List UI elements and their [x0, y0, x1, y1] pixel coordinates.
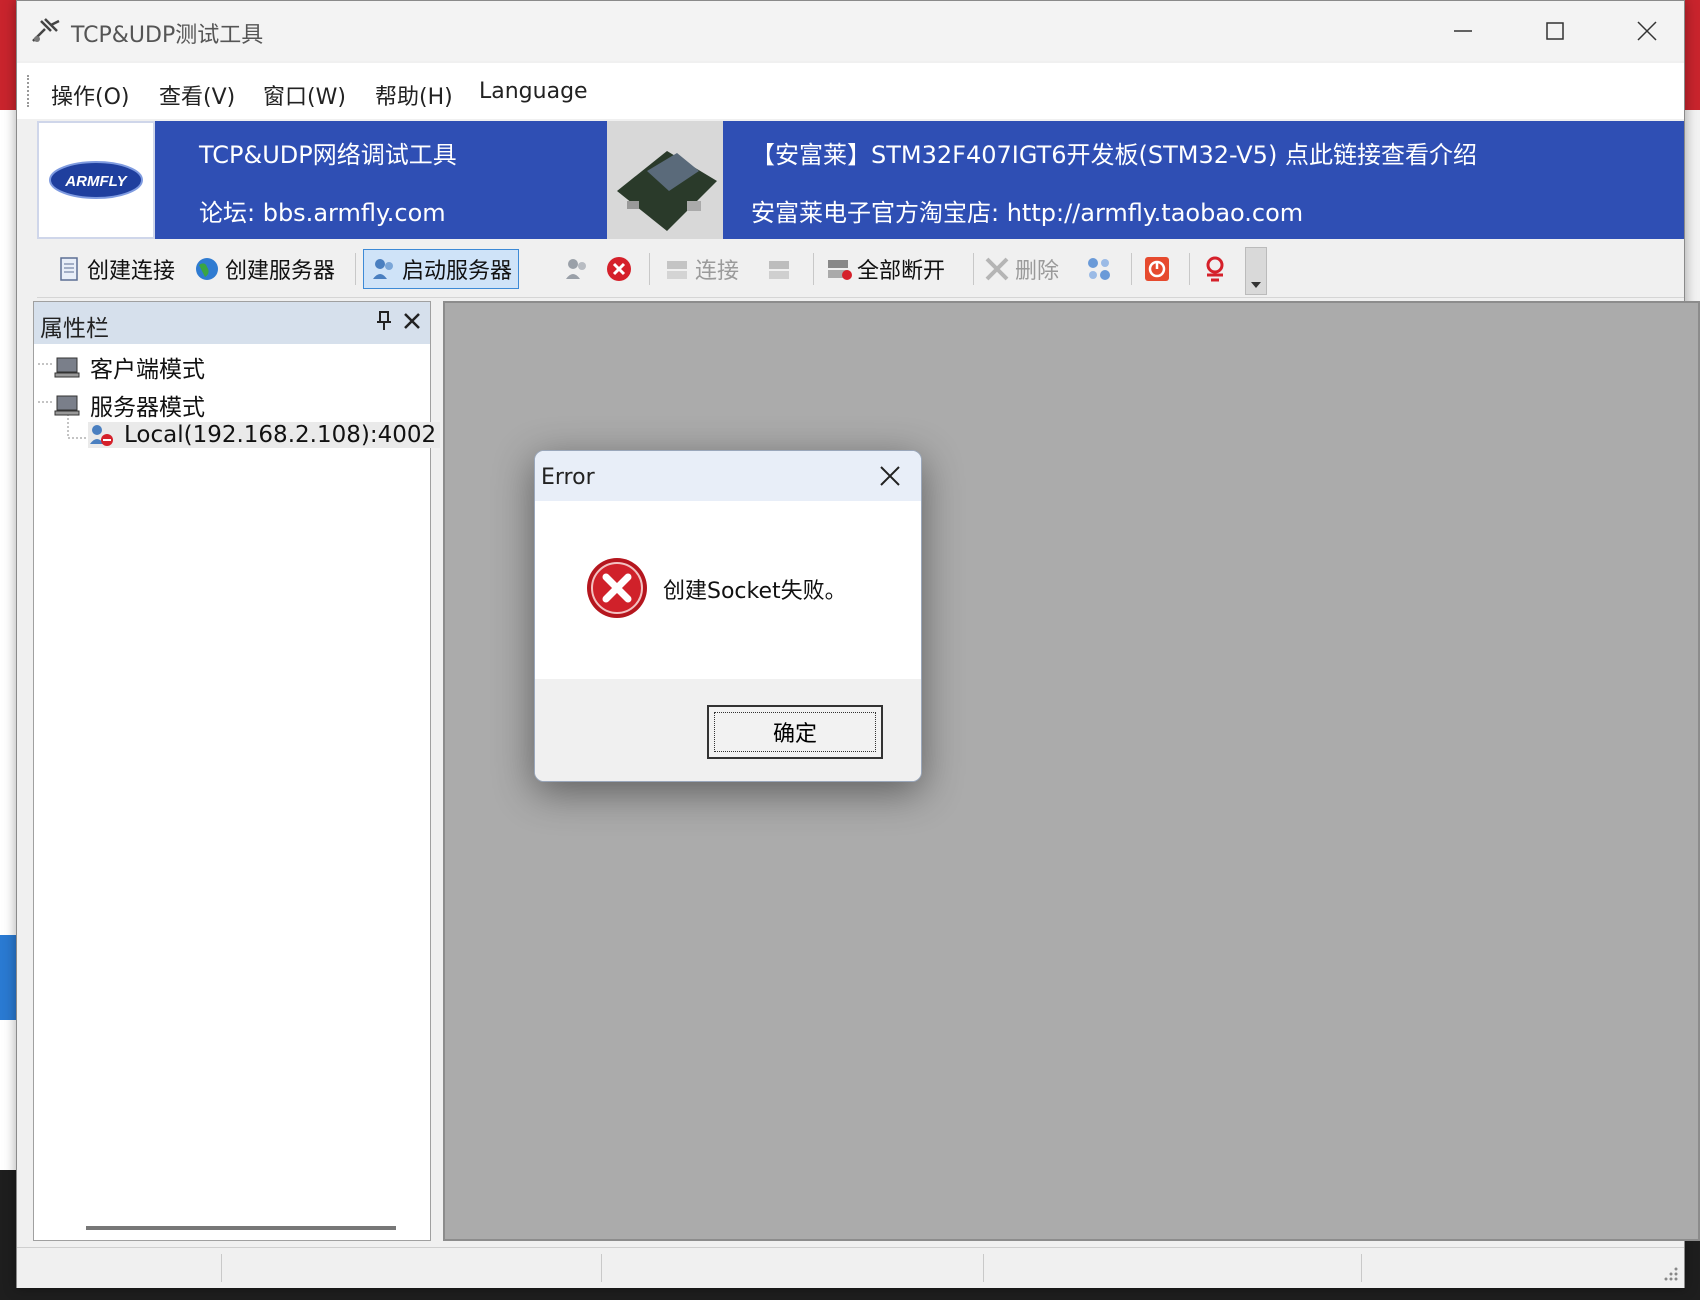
create-connection-button[interactable]: 创建连接: [55, 249, 175, 289]
connect-button[interactable]: 连接: [663, 249, 739, 289]
banner-promo-link[interactable]: 【安富莱】STM32F407IGT6开发板(STM32-V5) 点此链接查看介绍: [751, 135, 1477, 170]
disconnect-all-button[interactable]: 全部断开: [825, 249, 945, 289]
disconnect-all-icon: [828, 260, 852, 280]
status-separator: [983, 1254, 984, 1282]
network-icon: [1088, 258, 1110, 280]
toolbar-separator: [1131, 253, 1132, 285]
connect-label: 连接: [695, 259, 740, 284]
panel-header: 属性栏: [34, 302, 430, 344]
armfly-logo-icon: ARMFLY: [49, 161, 143, 199]
menu-grip: [27, 75, 32, 107]
property-panel: 属性栏 客户端模式 服务器模式 Local(192.168.2.108):400…: [33, 301, 441, 1241]
computer-icon: [54, 357, 80, 378]
globe-icon: [196, 258, 218, 280]
minimize-button[interactable]: [1417, 1, 1509, 61]
dialog-title: Error: [541, 465, 595, 490]
users-button[interactable]: [563, 249, 595, 289]
panel-title: 属性栏: [40, 316, 109, 342]
ok-button[interactable]: 确定: [707, 705, 883, 759]
maximize-icon: [1546, 22, 1564, 40]
dev-board-image[interactable]: [607, 121, 723, 239]
status-separator: [1361, 1254, 1362, 1282]
toolbar-separator: [649, 253, 650, 285]
ad-banner: ARMFLY TCP&UDP网络调试工具 论坛: bbs.armfly.com …: [37, 121, 1684, 239]
dialog-body: 创建Socket失败。: [535, 501, 921, 679]
network-button[interactable]: [1085, 249, 1117, 289]
close-icon: [1637, 21, 1657, 41]
toolbar-separator: [973, 253, 974, 285]
tree-item-label: 客户端模式: [90, 357, 205, 383]
armfly-logo[interactable]: ARMFLY: [37, 121, 155, 239]
banner-shop-link[interactable]: 安富莱电子官方淘宝店: http://armfly.taobao.com: [751, 193, 1303, 228]
banner-forum-link[interactable]: 论坛: bbs.armfly.com: [199, 193, 446, 228]
power-icon: [1145, 257, 1169, 281]
app-icon: [32, 18, 60, 42]
menu-window[interactable]: 窗口(W): [255, 75, 354, 115]
menu-language[interactable]: Language: [471, 75, 596, 108]
status-separator: [601, 1254, 602, 1282]
dialog-message: 创建Socket失败。: [663, 579, 847, 604]
menu-help[interactable]: 帮助(H): [367, 75, 461, 115]
pin-icon[interactable]: [376, 310, 392, 338]
users-icon: [566, 259, 586, 279]
minimize-icon: [1454, 30, 1472, 32]
dialog-footer: 确定: [535, 679, 921, 781]
tree-item-label: Local(192.168.2.108):4002: [124, 422, 437, 448]
disconnect-all-label: 全部断开: [857, 259, 946, 284]
delete-label: 删除: [1015, 259, 1060, 284]
stop-icon: [607, 257, 631, 281]
exit-icon: [1206, 256, 1224, 282]
close-window-button[interactable]: [1601, 1, 1693, 61]
logo-text: ARMFLY: [64, 173, 128, 190]
create-server-button[interactable]: 创建服务器: [193, 249, 335, 289]
panel-scrollbar[interactable]: [86, 1226, 396, 1230]
status-bar: [17, 1247, 1684, 1288]
delete-icon: [985, 257, 1009, 281]
disconnect-icon: [769, 261, 789, 279]
menu-operation[interactable]: 操作(O): [43, 75, 137, 115]
toolbar-separator: [355, 253, 356, 285]
error-dialog: Error 创建Socket失败。 确定: [534, 450, 922, 782]
start-server-button[interactable]: 启动服务器: [363, 249, 520, 289]
error-icon: [587, 558, 647, 618]
disconnect-button[interactable]: [765, 249, 797, 289]
toolbar-overflow-button[interactable]: [1245, 247, 1267, 295]
banner-app-name: TCP&UDP网络调试工具: [199, 141, 457, 169]
delete-button[interactable]: 删除: [983, 249, 1059, 289]
tree-item-local-server[interactable]: Local(192.168.2.108):4002: [88, 422, 441, 448]
start-server-label: 启动服务器: [402, 259, 513, 284]
power-button[interactable]: [1143, 249, 1175, 289]
title-bar: TCP&UDP测试工具: [17, 1, 1684, 61]
menu-bar: 操作(O) 查看(V) 窗口(W) 帮助(H) Language: [17, 63, 1684, 119]
create-server-label: 创建服务器: [225, 259, 336, 284]
toolbar-separator: [813, 253, 814, 285]
tree-item-client-mode[interactable]: 客户端模式: [54, 350, 205, 384]
chevron-down-icon: [1251, 282, 1261, 288]
maximize-button[interactable]: [1509, 1, 1601, 61]
computer-icon: [54, 395, 80, 416]
tree-item-label: 服务器模式: [90, 395, 205, 421]
status-separator: [221, 1254, 222, 1282]
dialog-close-icon[interactable]: [875, 461, 905, 491]
dialog-title-bar: Error: [535, 451, 921, 501]
exit-button[interactable]: [1201, 249, 1233, 289]
panel-close-icon[interactable]: [402, 308, 422, 340]
menu-view[interactable]: 查看(V): [151, 75, 243, 115]
connect-icon: [667, 261, 687, 279]
stop-button[interactable]: [605, 249, 637, 289]
toolbar: 创建连接 创建服务器 启动服务器 连接 全部断开 删除: [37, 243, 1684, 298]
server-users-error-icon: [90, 425, 113, 446]
window-title: TCP&UDP测试工具: [71, 23, 264, 48]
toolbar-separator: [1189, 253, 1190, 285]
document-icon: [60, 257, 78, 281]
users-start-icon: [373, 259, 393, 279]
tree-item-server-mode[interactable]: 服务器模式: [54, 388, 205, 422]
create-connection-label: 创建连接: [87, 259, 176, 284]
resize-grip-icon[interactable]: [1661, 1264, 1679, 1282]
